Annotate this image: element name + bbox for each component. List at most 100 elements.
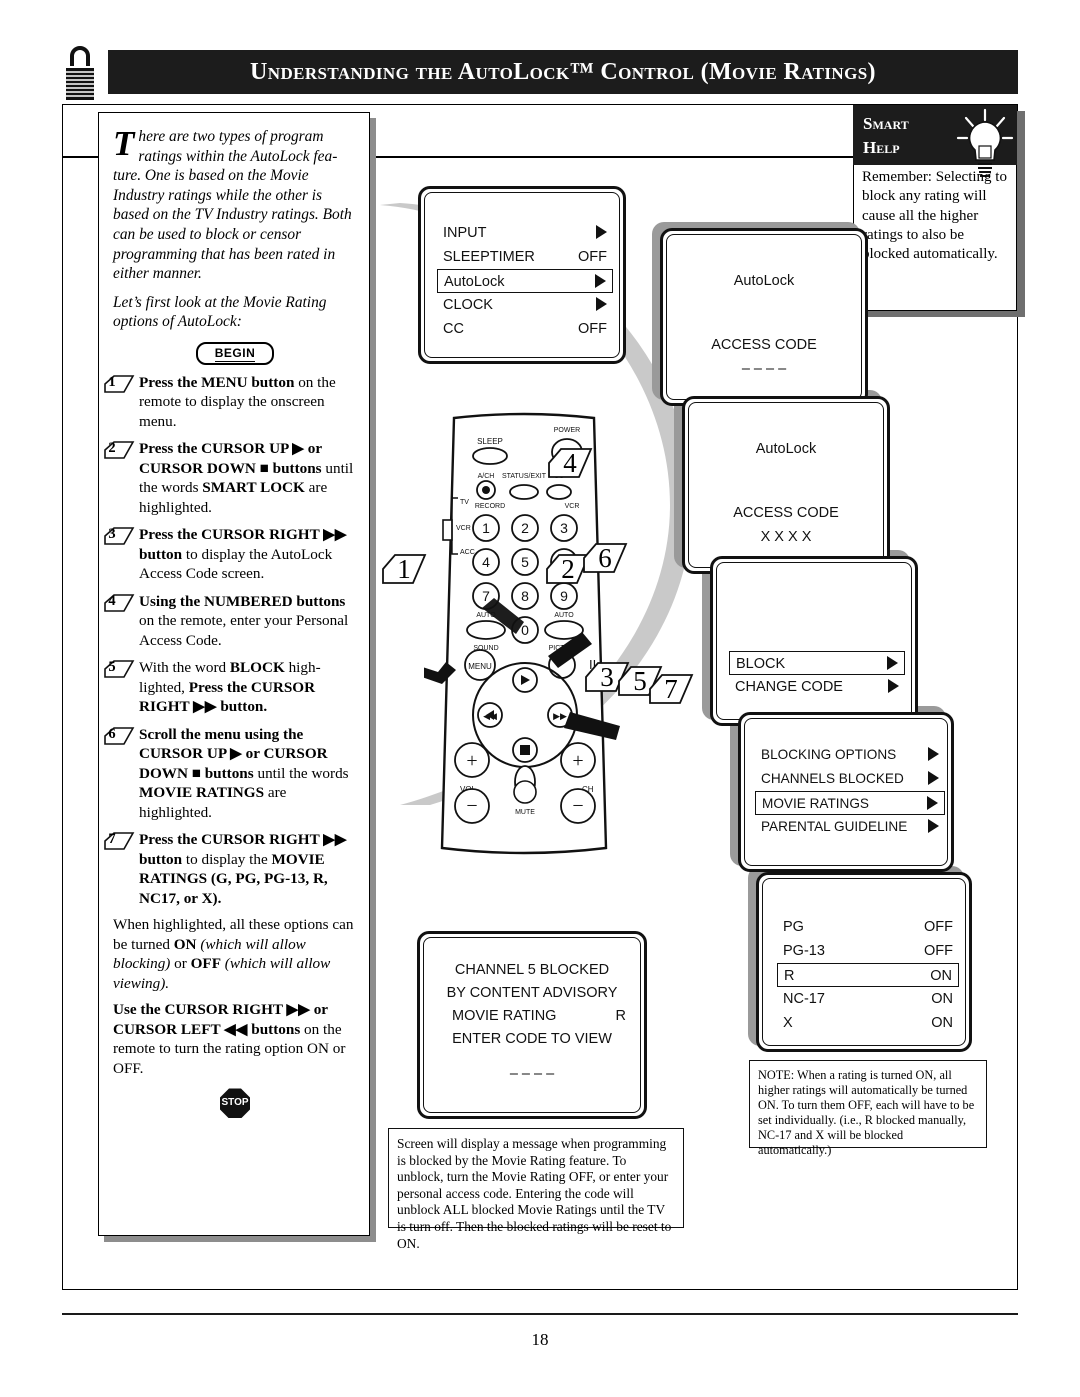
svg-text:−: − [466,795,477,817]
menu-row-clock[interactable]: CLOCK [437,293,613,317]
drop-cap: T [113,124,135,163]
intro-paragraph-1: There are two types of program ratings w… [113,124,357,284]
step-2-text: Press the CURSOR UP ▶ or CURSOR DOWN ■ b… [139,440,354,516]
step-4: 4 Using the NUMBERED buttons on the remot… [104,592,357,651]
block-menu-bezel: BLOCK CHANGE CODE [716,562,912,720]
channel-blocked-screen[interactable]: CHANNEL 5 BLOCKED BY CONTENT ADVISORY MO… [417,931,647,1119]
closing-paragraph-2: Use the CURSOR RIGHT ▶▶ or CURSOR LEFT ◀… [113,1001,346,1077]
svg-text:POWER: POWER [554,427,580,434]
movie-ratings-row-x[interactable]: X ON [777,1011,959,1035]
smart-help-body: Remember: Selecting to block any rating … [862,169,1007,263]
svg-text:▶▶: ▶▶ [553,711,567,721]
blocked-note: Screen will display a message when progr… [388,1128,684,1251]
callout-7-label: 7 [664,674,678,704]
blocking-options-row-parental-guideline-label: PARENTAL GUIDELINE [761,819,908,834]
autolock-access-code-empty-screen[interactable]: AutoLock ACCESS CODE – – – – [660,228,868,406]
blocking-options-row-channels-blocked[interactable]: CHANNELS BLOCKED [755,767,945,791]
svg-text:◀◀: ◀◀ [483,711,497,721]
menu-row-sleeptimer[interactable]: SLEEPTIMER OFF [437,245,613,269]
menu-row-input-label: INPUT [443,225,487,241]
callout-6-label: 6 [598,543,612,573]
movie-ratings-row-pg13-value: OFF [924,943,953,959]
svg-text:5: 5 [521,554,529,570]
step-6-text: Scroll the menu using the CURSOR UP ▶ or… [139,725,349,821]
access-code-empty-bezel: AutoLock ACCESS CODE – – – – [666,234,862,400]
padlock-icon [62,42,98,102]
footer-rule [62,1313,1018,1315]
connector-line-top [370,156,860,158]
callout-4-label: 4 [563,448,577,478]
blocking-options-row-movie-ratings[interactable]: MOVIE RATINGS [755,791,945,815]
step-2: 2 Press the CURSOR UP ▶ or CURSOR DOWN ■ … [104,439,357,517]
svg-text:7: 7 [482,588,490,604]
step-5: 5 With the word BLOCK high-lighted, Press… [104,658,357,717]
step-4-number-badge: 4 [103,593,137,612]
svg-text:MUTE: MUTE [515,809,535,816]
page-number: 18 [531,1330,549,1349]
block-menu-row-block-label: BLOCK [736,656,786,672]
callout-1-label: 1 [397,554,411,584]
intro-paragraph-2: Let’s first look at the Movie Rating opt… [113,293,327,331]
menu-row-autolock-label: AutoLock [444,274,505,290]
block-menu-row-block-arrow [887,652,898,676]
menu-row-clock-arrow [596,293,607,317]
menu-row-input[interactable]: INPUT [437,221,613,245]
step-5-number-badge: 5 [103,659,137,679]
step-1-number-badge: 1 [103,374,137,393]
begin-label: BEGIN [214,345,256,362]
access-code-filled-digits: X X X X [760,529,812,545]
blocking-options-row-parental-guideline-arrow [928,815,939,839]
block-menu-screen[interactable]: BLOCK CHANGE CODE [710,556,918,726]
blocking-options-row-parental-guideline[interactable]: PARENTAL GUIDELINE [755,815,945,839]
callout-1: 1 [381,552,427,586]
stop-icon: STOP [220,1088,250,1119]
channel-blocked-line2: BY CONTENT ADVISORY [446,985,618,1001]
closing-paragraph-1: When highlighted, all these options can … [113,916,354,992]
svg-text:TV: TV [460,499,469,506]
blocking-options-row-blocking-options-arrow [928,743,939,767]
menu-row-clock-label: CLOCK [443,297,493,313]
svg-text:2: 2 [521,520,529,536]
blocking-options-screen[interactable]: BLOCKING OPTIONS CHANNELS BLOCKED MOVIE … [738,712,954,872]
svg-text:9: 9 [560,588,568,604]
access-code-filled-label: ACCESS CODE [733,505,839,521]
movie-ratings-screen[interactable]: PG OFF PG-13 OFF R ON NC-17 ON X ON [756,872,972,1052]
step-2-number-badge: 2 [103,440,137,460]
main-menu-list: INPUT SLEEPTIMER OFF AutoLock CLOCK CC O… [437,221,613,341]
step-3-number-badge: 3 [103,526,137,546]
main-menu-screen[interactable]: INPUT SLEEPTIMER OFF AutoLock CLOCK CC O… [418,186,626,364]
menu-row-autolock-arrow [595,270,606,294]
movie-ratings-row-r-value: ON [930,968,952,984]
autolock-access-code-filled-screen[interactable]: AutoLock ACCESS CODE X X X X [682,396,890,574]
step-3: 3 Press the CURSOR RIGHT ▶▶ button to dis… [104,525,357,584]
menu-row-cc[interactable]: CC OFF [437,317,613,341]
ratings-note: NOTE: When a rating is turned ON, all hi… [749,1060,987,1157]
blocking-options-row-blocking-options[interactable]: BLOCKING OPTIONS [755,743,945,767]
movie-ratings-row-nc17-value: ON [931,991,953,1007]
svg-text:MENU: MENU [468,662,492,671]
menu-row-autolock[interactable]: AutoLock [437,269,613,293]
smart-help-title-line1: Smart [863,114,909,133]
movie-ratings-row-r[interactable]: R ON [777,963,959,987]
channel-blocked-line3: MOVIE RATING R [452,1008,626,1024]
movie-ratings-row-r-label: R [784,968,795,984]
svg-text:−: − [572,795,583,817]
step-4-text: Using the NUMBERED buttons on the remote… [139,592,349,649]
channel-blocked-rating-value: R [615,1008,626,1024]
block-menu-row-block[interactable]: BLOCK [729,651,905,675]
menu-row-sleeptimer-label: SLEEPTIMER [443,249,535,265]
main-menu-screen-bezel: INPUT SLEEPTIMER OFF AutoLock CLOCK CC O… [424,192,620,358]
movie-ratings-row-nc17[interactable]: NC-17 ON [777,987,959,1011]
movie-ratings-row-pg13[interactable]: PG-13 OFF [777,939,959,963]
step-7-text: Press the CURSOR RIGHT ▶▶ button to disp… [139,831,347,907]
access-code-empty-title: AutoLock [733,273,795,289]
movie-ratings-row-pg[interactable]: PG OFF [777,915,959,939]
callout-7: 7 [648,672,694,706]
page-title: Understanding the AutoLock™ Control (Mov… [250,59,876,85]
stop-badge-wrap: STOP [113,1088,357,1119]
intro-paragraph-1-text: here are two types of program ratings wi… [113,128,352,283]
movie-ratings-row-pg-label: PG [783,919,804,935]
step-6-number-badge: 6 [103,726,137,745]
block-menu-row-change-code[interactable]: CHANGE CODE [729,675,905,699]
block-menu-list: BLOCK CHANGE CODE [729,651,905,699]
